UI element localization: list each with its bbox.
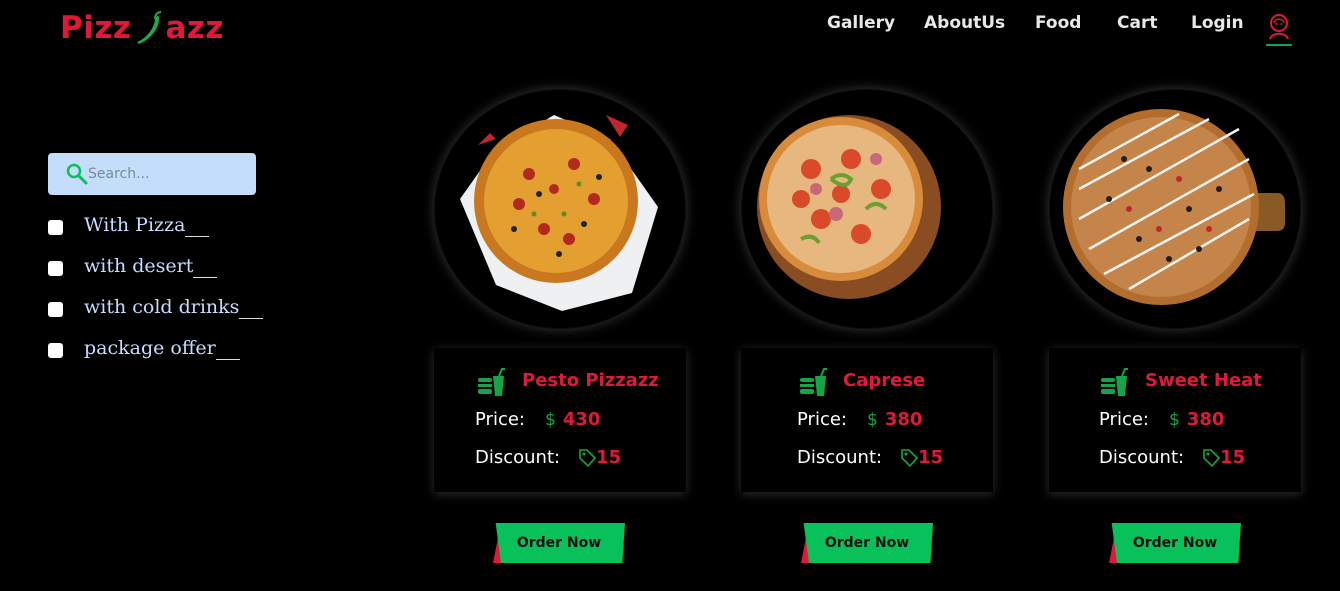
- nav-aboutus[interactable]: AboutUs: [924, 13, 1005, 33]
- tag-icon: [1203, 448, 1221, 467]
- filter-with-cold-drinks[interactable]: with cold drinks: [48, 292, 264, 333]
- filter-label: package offer: [84, 337, 216, 359]
- tag-icon: [579, 448, 597, 467]
- price-label: Price:: [797, 409, 847, 430]
- discount-label: Discount:: [1099, 447, 1185, 468]
- discount-value: 15: [1220, 447, 1246, 468]
- product-card: Pesto Pizzazz Price: $ 430 Discount: 15: [434, 348, 686, 492]
- product-name: Pesto Pizzazz: [522, 370, 659, 391]
- logo-text-start: Pizz: [60, 10, 132, 46]
- price-value: 380: [1186, 409, 1225, 430]
- price-row: Price: $ 380: [797, 409, 922, 430]
- product-name: Sweet Heat: [1145, 370, 1262, 391]
- price-label: Price:: [475, 409, 525, 430]
- discount-label: Discount:: [797, 447, 883, 468]
- user-avatar-icon[interactable]: [1266, 12, 1292, 46]
- order-now-button[interactable]: Order Now: [1109, 523, 1241, 563]
- price-label: Price:: [1099, 409, 1149, 430]
- filter-with-desert[interactable]: with desert: [48, 251, 239, 292]
- checkbox[interactable]: [48, 343, 63, 358]
- price-value: 430: [562, 409, 601, 430]
- nav-gallery[interactable]: Gallery: [827, 13, 895, 33]
- search-icon[interactable]: [66, 163, 88, 185]
- order-now-button[interactable]: Order Now: [493, 523, 625, 563]
- brand-logo[interactable]: Pizz azz: [60, 10, 224, 46]
- discount-row: Discount: 15: [1099, 447, 1245, 468]
- checkbox[interactable]: [48, 220, 63, 235]
- pizza-image[interactable]: [741, 89, 993, 329]
- dollar-icon: $: [866, 409, 878, 430]
- burger-drink-icon: [1101, 368, 1128, 396]
- discount-value: 15: [918, 447, 944, 468]
- dollar-icon: $: [1168, 409, 1180, 430]
- product-card: Sweet Heat Price: $ 380 Discount: 15: [1049, 348, 1301, 492]
- price-value: 380: [884, 409, 923, 430]
- price-row: Price: $ 380: [1099, 409, 1224, 430]
- discount-label: Discount:: [475, 447, 561, 468]
- order-now-label: Order Now: [803, 523, 933, 563]
- discount-row: Discount: 15: [797, 447, 943, 468]
- filter-package-offer[interactable]: package offer: [48, 333, 240, 374]
- checkbox[interactable]: [48, 302, 63, 317]
- search-bar: [48, 153, 256, 195]
- product-card: Caprese Price: $ 380 Discount: 15: [741, 348, 993, 492]
- order-now-button[interactable]: Order Now: [801, 523, 933, 563]
- nav-cart[interactable]: Cart: [1117, 13, 1157, 33]
- nav-food[interactable]: Food: [1035, 13, 1081, 33]
- filter-list: With Pizza with desert with cold drinks …: [48, 210, 264, 374]
- filter-label: with desert: [84, 255, 194, 277]
- dollar-icon: $: [544, 409, 556, 430]
- discount-row: Discount: 15: [475, 447, 621, 468]
- tag-icon: [901, 448, 919, 467]
- chili-pepper-icon: [137, 11, 162, 44]
- filter-label: with cold drinks: [84, 296, 240, 318]
- logo-text-end: azz: [165, 10, 224, 46]
- price-row: Price: $ 430: [475, 409, 600, 430]
- filter-with-pizza[interactable]: With Pizza: [48, 210, 239, 251]
- pizza-image[interactable]: [1049, 89, 1301, 329]
- discount-value: 15: [596, 447, 622, 468]
- search-input[interactable]: [88, 166, 248, 182]
- checkbox[interactable]: [48, 261, 63, 276]
- burger-drink-icon: [478, 368, 505, 396]
- filter-label: With Pizza: [84, 214, 186, 236]
- product-name: Caprese: [843, 370, 926, 391]
- burger-drink-icon: [800, 368, 827, 396]
- order-now-label: Order Now: [495, 523, 625, 563]
- order-now-label: Order Now: [1111, 523, 1241, 563]
- nav-login[interactable]: Login: [1191, 13, 1244, 33]
- pizza-image[interactable]: [434, 89, 686, 329]
